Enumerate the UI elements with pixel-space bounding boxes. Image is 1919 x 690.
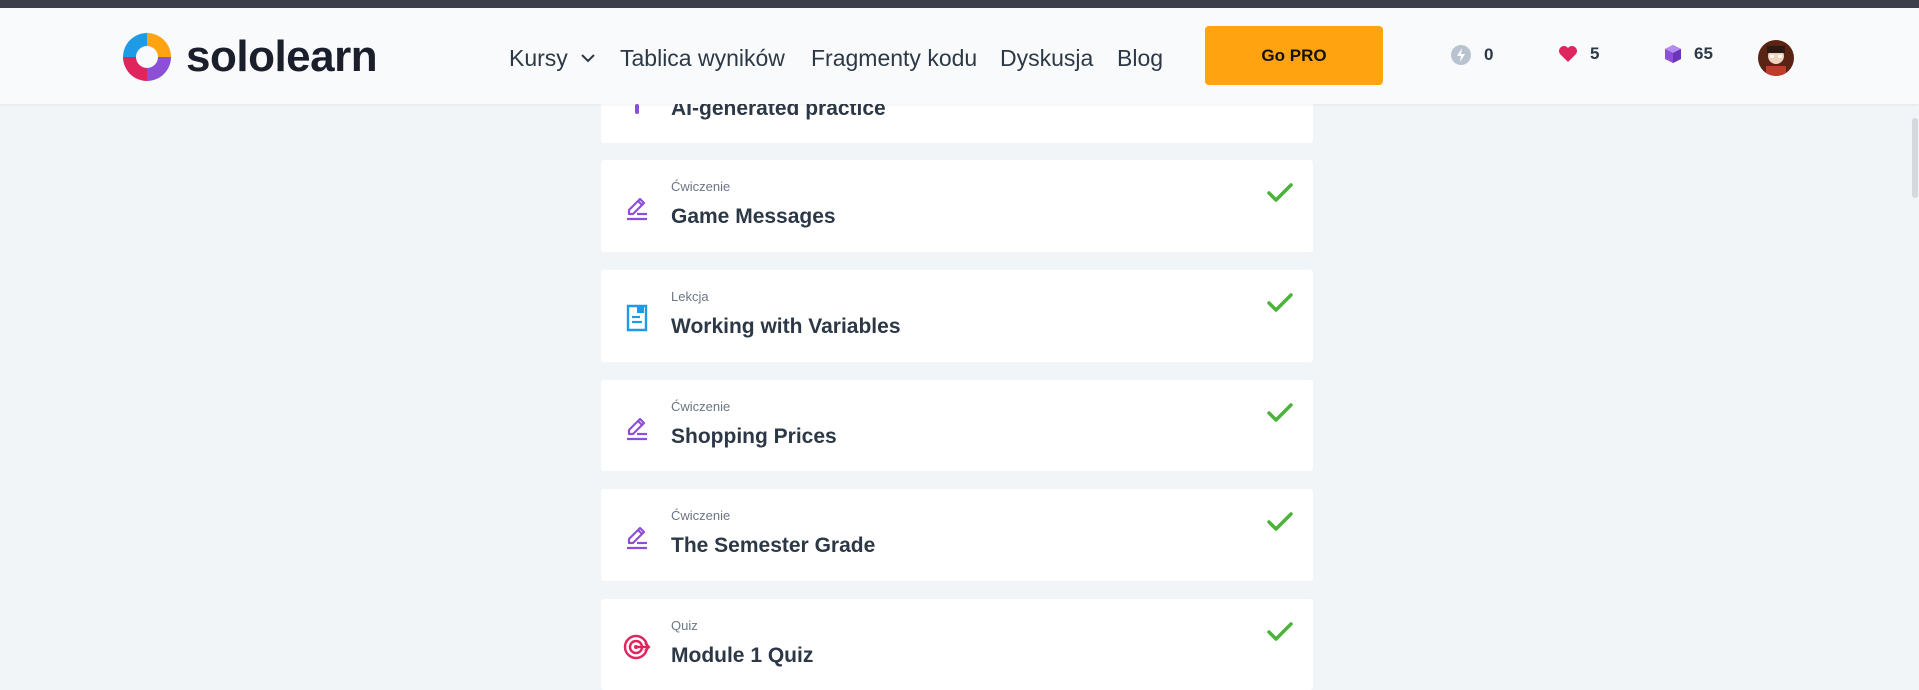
sololearn-logo[interactable]: sololearn [120,30,378,84]
lesson-document-icon [626,304,648,332]
sololearn-logo-icon [123,33,171,81]
gem-cube-icon [1665,45,1681,63]
page-scrollbar[interactable] [1912,118,1918,198]
pencil-icon [627,526,647,550]
logo-text: sololearn [186,32,378,81]
go-pro-button[interactable]: Go PRO [1205,26,1383,85]
list-item-game-messages[interactable]: Ćwiczenie Game Messages [601,160,1313,252]
nav-blog[interactable]: Blog [1117,40,1163,76]
nav-leaderboard[interactable]: Tablica wyników [620,40,785,76]
check-icon [1267,512,1293,531]
item-type: Ćwiczenie [671,179,731,194]
avatar-image [1758,40,1794,76]
check-icon [1267,622,1293,641]
item-title: The Semester Grade [671,534,876,557]
item-title: Working with Variables [671,315,901,338]
list-item-module-quiz[interactable]: Quiz Module 1 Quiz [601,599,1313,690]
hearts-count: 5 [1590,44,1600,63]
check-icon [1267,183,1293,202]
streak-counter[interactable]: 0 [1450,44,1493,66]
item-type: Ćwiczenie [671,508,731,523]
item-title: Shopping Prices [671,425,837,448]
top-navbar: sololearn Kursy Tablica wyników Fragment… [0,8,1919,104]
heart-icon [1559,46,1577,62]
check-icon [1267,403,1293,422]
item-title: Game Messages [671,205,836,228]
hearts-counter[interactable]: 5 [1558,44,1599,64]
item-type: Quiz [671,618,698,633]
quiz-target-icon [623,634,651,660]
list-item-semester-grade[interactable]: Ćwiczenie The Semester Grade [601,489,1313,581]
item-type: Lekcja [671,289,709,304]
item-title: Module 1 Quiz [671,644,814,667]
nav-courses-label: Kursy [509,44,568,71]
chevron-down-icon [581,54,595,63]
pencil-icon [627,197,647,221]
list-item-working-with-variables[interactable]: Lekcja Working with Variables [601,270,1313,362]
list-item-shopping-prices[interactable]: Ćwiczenie Shopping Prices [601,380,1313,471]
pencil-icon [627,417,647,441]
nav-code-snippets[interactable]: Fragmenty kodu [811,40,977,76]
gems-count: 65 [1694,44,1713,63]
check-icon [1267,293,1293,312]
user-avatar[interactable] [1758,40,1794,76]
item-type: Ćwiczenie [671,399,731,414]
streak-count: 0 [1484,45,1494,64]
gems-counter[interactable]: 65 [1664,44,1713,64]
browser-top-strip [0,0,1919,8]
nav-courses[interactable]: Kursy [509,40,596,76]
nav-discussion[interactable]: Dyskusja [1000,40,1093,76]
lightning-icon [1451,45,1471,65]
